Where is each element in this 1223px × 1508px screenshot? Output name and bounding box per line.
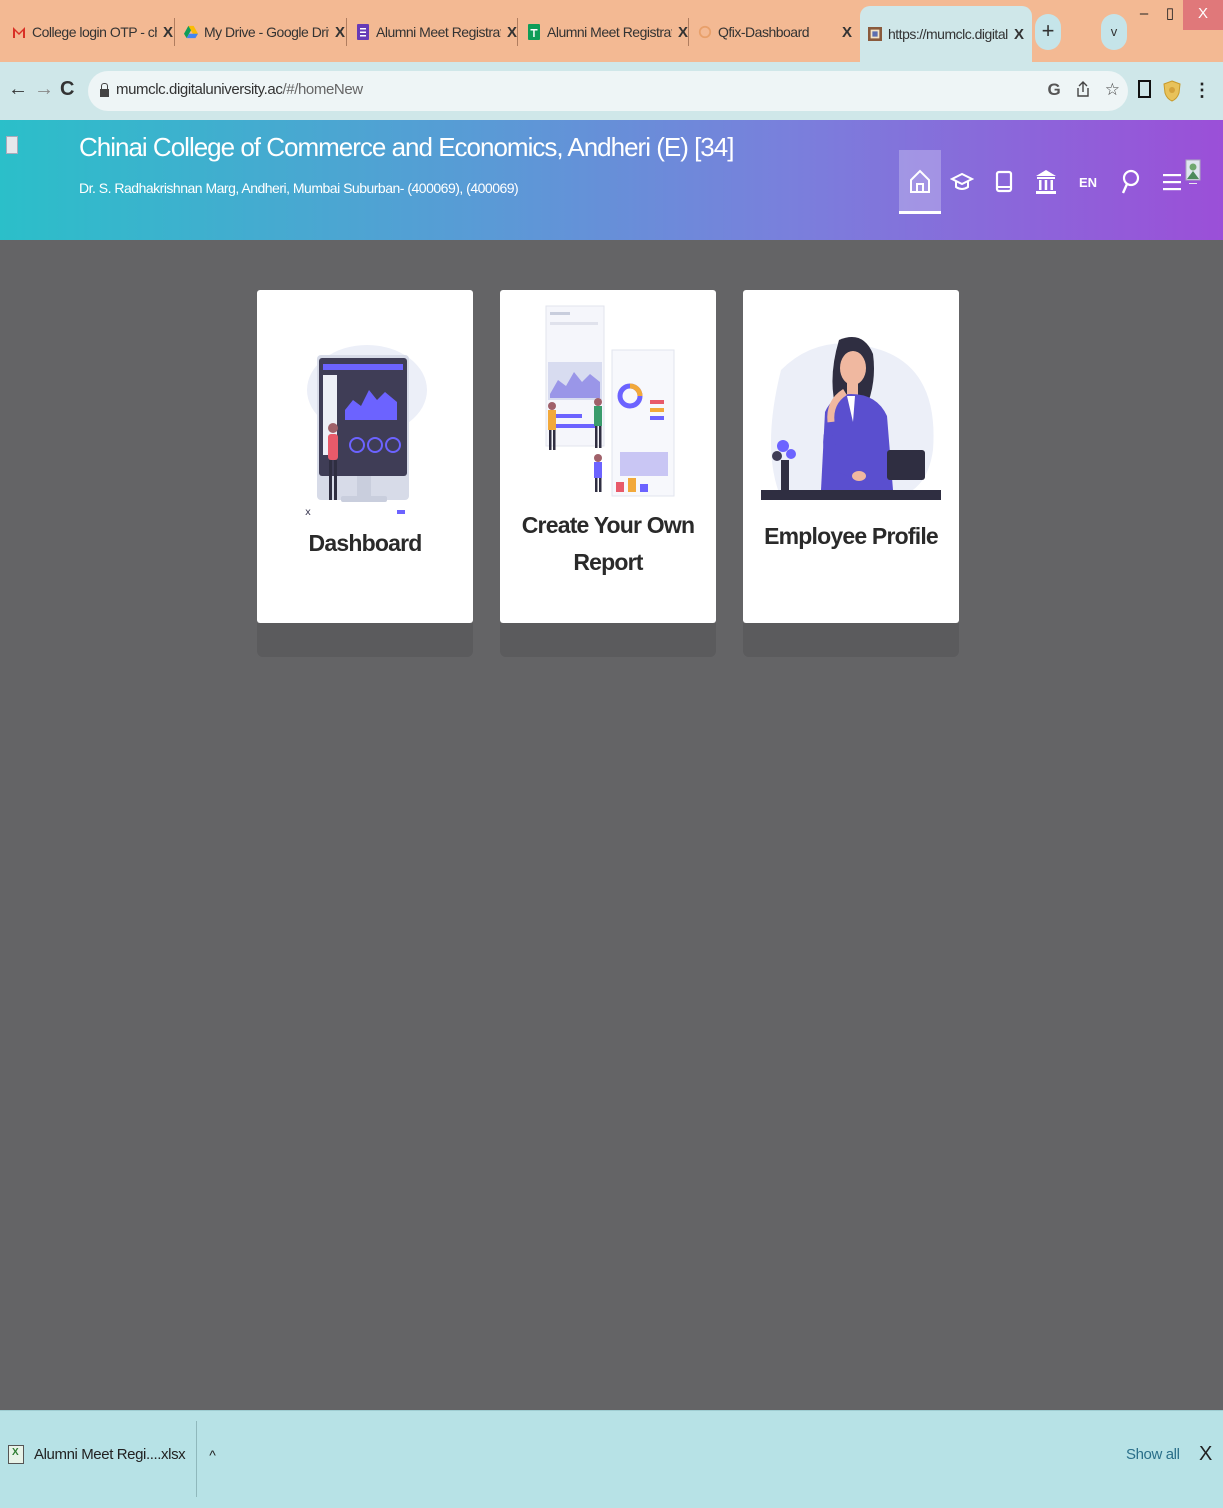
window-controls: – ▯ X (1131, 0, 1223, 30)
tab-title: Alumni Meet Registration (376, 24, 501, 40)
create-report-card[interactable]: Create Your Own Report (500, 290, 716, 623)
tab-title: College login OTP - china (32, 24, 157, 40)
browser-tab[interactable]: Alumni Meet Registration X (348, 6, 525, 58)
college-logo-broken-image (6, 136, 18, 154)
window-close-button[interactable]: X (1183, 0, 1223, 30)
avatar[interactable] (1184, 158, 1202, 186)
loading-icon (698, 25, 712, 39)
google-forms-icon (357, 24, 369, 40)
card-label: Dashboard (308, 530, 423, 556)
tab-separator (346, 18, 347, 46)
excel-file-icon (8, 1445, 24, 1464)
card-shadow (257, 623, 473, 657)
language-icon[interactable]: EN (1067, 150, 1109, 214)
close-download-bar-icon[interactable]: X (1199, 1443, 1212, 1466)
svg-text:x: x (305, 507, 311, 518)
browser-tab-strip: College login OTP - china X My Drive - G… (0, 0, 1223, 62)
tab-search-button[interactable]: v (1101, 14, 1127, 50)
google-lens-icon[interactable]: G (1048, 80, 1061, 100)
extension-shield-icon[interactable] (1163, 80, 1181, 102)
college-address: Dr. S. Radhakrishnan Marg, Andheri, Mumb… (79, 180, 519, 196)
chevron-up-icon[interactable]: ^ (209, 1447, 216, 1463)
url-text[interactable]: mumclc.digitaluniversity.ac/#/homeNew (116, 81, 363, 98)
google-drive-icon (184, 25, 198, 39)
maximize-button[interactable]: ▯ (1157, 0, 1183, 30)
show-all-button[interactable]: Show all (1126, 1446, 1180, 1463)
card-label: Report (573, 549, 643, 575)
browser-tab-active[interactable]: https://mumclc.digitaluni X (860, 6, 1032, 62)
book-icon[interactable] (983, 150, 1025, 214)
tab-title: Alumni Meet Registration (547, 24, 672, 40)
url-path: /#/homeNew (282, 81, 363, 98)
download-item[interactable]: Alumni Meet Regi....xlsx ^ (8, 1445, 216, 1464)
browser-tab[interactable]: My Drive - Google Drive X (176, 6, 353, 58)
google-sheets-icon (528, 24, 540, 40)
tab-close-icon[interactable]: X (507, 24, 517, 41)
tab-separator (517, 18, 518, 46)
bookmark-star-icon[interactable]: ☆ (1105, 80, 1120, 100)
tab-close-icon[interactable]: X (678, 24, 688, 41)
app-header: Chinai College of Commerce and Economics… (0, 120, 1223, 240)
browser-toolbar: ← → C mumclc.digitaluniversity.ac/#/home… (0, 62, 1223, 120)
omnibox-actions: G ☆ (1048, 80, 1120, 100)
share-icon[interactable] (1075, 80, 1091, 98)
tab-title: Qfix-Dashboard (718, 24, 810, 40)
employee-profile-card[interactable]: Employee Profile (743, 290, 959, 623)
lock-icon (100, 83, 109, 97)
tab-close-icon[interactable]: X (842, 24, 852, 41)
dashboard-illustration: x (305, 345, 427, 518)
url-host: mumclc.digitaluniversity.ac (116, 81, 283, 98)
tab-close-icon[interactable]: X (163, 24, 173, 41)
dashboard-card[interactable]: x Dashboard (257, 290, 473, 623)
back-arrow-icon[interactable]: ← (8, 78, 28, 101)
tab-separator (688, 18, 689, 46)
institution-icon[interactable] (1025, 150, 1067, 214)
graduation-cap-icon[interactable] (941, 150, 983, 214)
sidepanel-icon[interactable] (1138, 80, 1151, 98)
home-icon[interactable] (899, 150, 941, 214)
browser-tab[interactable]: Qfix-Dashboard X (690, 6, 860, 58)
kebab-menu-icon[interactable]: ⋮ (1193, 80, 1211, 102)
gmail-icon (13, 27, 25, 38)
browser-tab[interactable]: Alumni Meet Registration X (519, 6, 696, 58)
tab-close-icon[interactable]: X (335, 24, 345, 41)
tab-separator (174, 18, 175, 46)
extension-icons: ⋮ (1138, 80, 1211, 102)
address-bar[interactable]: mumclc.digitaluniversity.ac/#/homeNew G … (88, 71, 1128, 111)
search-icon[interactable] (1109, 150, 1151, 214)
download-bar: Alumni Meet Regi....xlsx ^ Show all X (0, 1410, 1223, 1508)
tab-title: https://mumclc.digitaluni (888, 26, 1008, 42)
new-tab-button[interactable]: + (1035, 14, 1061, 50)
card-shadow (743, 623, 959, 657)
tab-close-icon[interactable]: X (1014, 26, 1024, 43)
tab-title: My Drive - Google Drive (204, 24, 329, 40)
report-illustration (545, 305, 675, 497)
card-shadow (500, 623, 716, 657)
header-nav: EN (899, 150, 1193, 214)
card-label: Create Your Own (521, 512, 695, 538)
forward-arrow-icon[interactable]: → (34, 78, 54, 101)
site-favicon (868, 27, 882, 41)
college-title: Chinai College of Commerce and Economics… (79, 132, 734, 162)
minimize-button[interactable]: – (1131, 0, 1157, 30)
browser-tab[interactable]: College login OTP - china X (4, 6, 181, 58)
reload-icon[interactable]: C (60, 78, 74, 101)
download-filename: Alumni Meet Regi....xlsx (34, 1446, 186, 1463)
card-label: Employee Profile (764, 523, 939, 549)
download-separator (196, 1421, 197, 1497)
employee-illustration (761, 337, 941, 500)
